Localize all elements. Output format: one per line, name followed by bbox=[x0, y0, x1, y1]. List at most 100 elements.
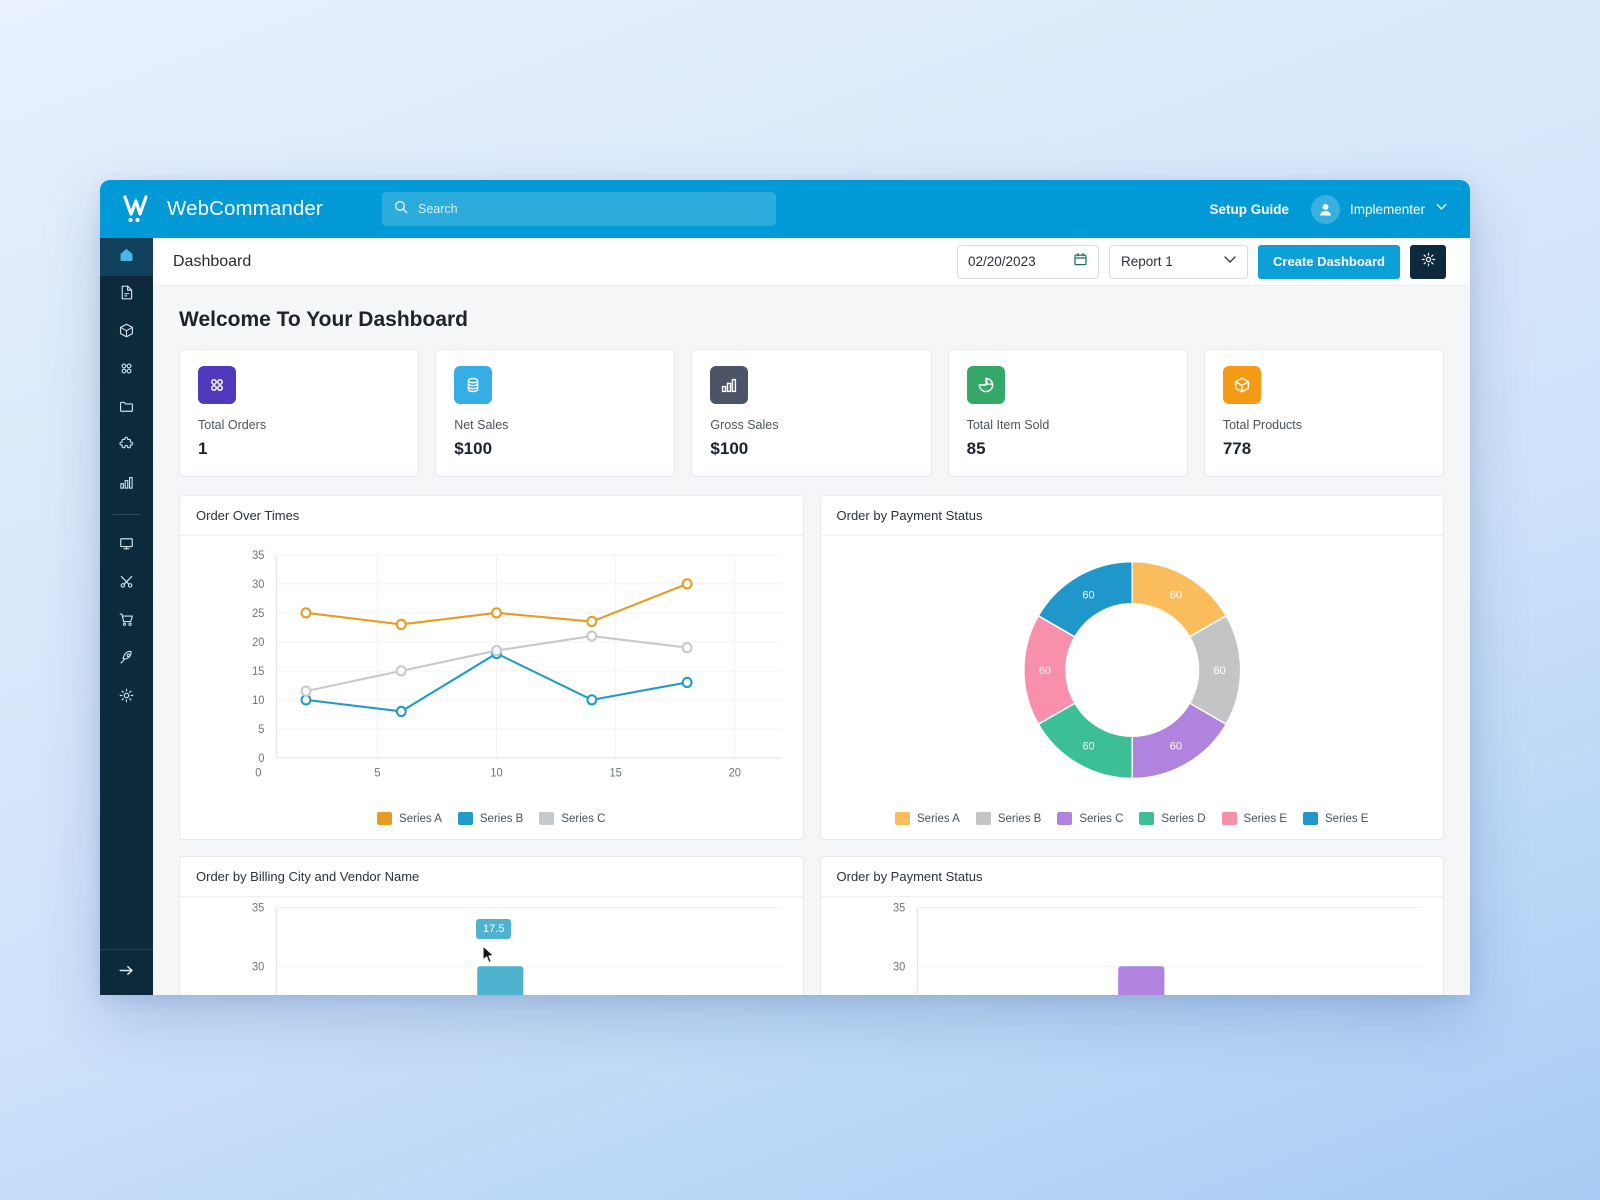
legend-item[interactable]: Series B bbox=[457, 812, 524, 825]
legend-item[interactable]: Series E bbox=[1303, 812, 1368, 825]
svg-text:0: 0 bbox=[255, 768, 261, 780]
legend-item[interactable]: Series A bbox=[377, 812, 442, 825]
avatar bbox=[1310, 194, 1340, 224]
sidebar-item-files[interactable] bbox=[100, 390, 153, 428]
dashboard-settings-button[interactable] bbox=[1410, 244, 1446, 279]
legend-swatch bbox=[1303, 812, 1318, 825]
top-navigation-bar: WebCommander Search Setup Guide Implemen… bbox=[100, 180, 1470, 238]
svg-text:15: 15 bbox=[610, 768, 622, 780]
sidebar-item-orders[interactable] bbox=[100, 603, 153, 641]
legend-item[interactable]: Series C bbox=[1057, 812, 1123, 825]
calendar-icon[interactable] bbox=[1073, 252, 1088, 272]
chart-icon bbox=[118, 474, 135, 496]
svg-text:20: 20 bbox=[252, 637, 264, 649]
svg-text:35: 35 bbox=[252, 550, 264, 562]
webcommander-logo-icon bbox=[122, 193, 158, 225]
panel-title: Order Over Times bbox=[196, 508, 300, 523]
svg-text:15: 15 bbox=[252, 666, 264, 678]
sidebar-collapse-button[interactable] bbox=[100, 949, 153, 995]
svg-text:30: 30 bbox=[252, 961, 264, 973]
legend-label: Series E bbox=[1325, 812, 1369, 825]
legend-swatch bbox=[1057, 812, 1073, 825]
panel-order-by-billing-city: Order by Billing City and Vendor Name 30… bbox=[179, 856, 804, 995]
sidebar-item-marketing[interactable] bbox=[100, 641, 153, 679]
donut-chart-legend: Series A Series B Series C Series D Series E… bbox=[821, 806, 1444, 839]
bar-chart-body-right[interactable]: 30 35 bbox=[821, 897, 1444, 995]
legend-label: Series B bbox=[997, 812, 1042, 825]
legend-item[interactable]: Series A bbox=[895, 812, 960, 825]
legend-label: Series D bbox=[1161, 812, 1206, 825]
sidebar-navigation bbox=[100, 238, 153, 995]
brand-name: WebCommander bbox=[167, 197, 323, 220]
kpi-card-total-item-sold: Total Item Sold 85 bbox=[947, 349, 1188, 477]
application-window: WebCommander Search Setup Guide Implemen… bbox=[100, 180, 1470, 995]
pie-chart-icon bbox=[966, 366, 1005, 404]
svg-text:20: 20 bbox=[729, 768, 741, 780]
svg-text:60: 60 bbox=[1169, 589, 1181, 601]
svg-text:10: 10 bbox=[490, 768, 502, 780]
panel-title: Order by Billing City and Vendor Name bbox=[196, 869, 420, 884]
box-icon bbox=[118, 322, 135, 344]
kpi-label: Gross Sales bbox=[710, 418, 779, 432]
legend-swatch bbox=[539, 812, 555, 825]
sidebar-item-reports[interactable] bbox=[100, 466, 153, 504]
kpi-card-row: Total Orders 1 Net Sales $100 Gross Sale… bbox=[179, 349, 1445, 477]
report-select[interactable]: Report 1 bbox=[1109, 244, 1249, 279]
legend-swatch bbox=[457, 812, 473, 825]
svg-text:60: 60 bbox=[1213, 665, 1225, 677]
legend-label: Series B bbox=[479, 812, 524, 825]
search-input[interactable]: Search bbox=[382, 192, 776, 226]
sidebar-item-apps[interactable] bbox=[100, 352, 153, 390]
sidebar-item-tools[interactable] bbox=[100, 565, 153, 603]
report-value: Report 1 bbox=[1121, 254, 1173, 269]
cart-icon bbox=[118, 611, 135, 633]
line-chart-body[interactable]: 0 5 10 15 20 25 30 35 0 5 10 15 20 bbox=[180, 536, 803, 806]
page-header: Dashboard 02/20/2023 Report 1 Create Das… bbox=[153, 238, 1470, 286]
chart-tooltip: 17.5 bbox=[476, 919, 512, 939]
line-chart-legend: Series A Series B Series C bbox=[180, 806, 803, 839]
legend-swatch bbox=[895, 812, 911, 825]
donut-chart[interactable]: 60 60 60 60 60 60 bbox=[821, 536, 1444, 806]
user-name: Implementer bbox=[1349, 201, 1425, 217]
legend-label: Series C bbox=[561, 812, 606, 825]
sidebar-item-storefront[interactable] bbox=[100, 527, 153, 565]
create-dashboard-button[interactable]: Create Dashboard bbox=[1258, 244, 1400, 279]
kpi-card-total-orders: Total Orders 1 bbox=[179, 349, 420, 477]
svg-text:10: 10 bbox=[252, 695, 264, 707]
legend-item[interactable]: Series C bbox=[539, 812, 605, 825]
kpi-value: 85 bbox=[966, 439, 986, 458]
mouse-cursor bbox=[482, 945, 496, 969]
monitor-icon bbox=[118, 535, 135, 557]
sidebar-item-products[interactable] bbox=[100, 314, 153, 352]
line-chart[interactable]: 0 5 10 15 20 25 30 35 0 5 10 15 20 bbox=[180, 536, 803, 806]
legend-swatch bbox=[1139, 812, 1155, 825]
brand-logo-group[interactable]: WebCommander bbox=[122, 193, 360, 225]
legend-item[interactable]: Series D bbox=[1139, 812, 1206, 825]
dashboard-scroll-area[interactable]: Welcome To Your Dashboard Total Orders 1… bbox=[153, 286, 1470, 995]
topbar-right-group: Setup Guide Implementer bbox=[1209, 194, 1448, 224]
date-picker[interactable]: 02/20/2023 bbox=[957, 244, 1100, 279]
kpi-value: 778 bbox=[1222, 439, 1252, 458]
kpi-label: Net Sales bbox=[454, 418, 509, 432]
sidebar-item-extensions[interactable] bbox=[100, 428, 153, 466]
chart-row-one: Order Over Times 0 5 10 15 20 25 30 35 0 5 10 15 20 … bbox=[179, 495, 1444, 840]
bar-chart-body-left[interactable]: 30 35 17.5 bbox=[180, 897, 803, 995]
setup-guide-link[interactable]: Setup Guide bbox=[1209, 202, 1289, 217]
legend-swatch bbox=[1221, 812, 1237, 825]
kpi-value: $100 bbox=[454, 439, 493, 458]
sidebar-item-documents[interactable] bbox=[100, 276, 153, 314]
bar-chart[interactable]: 30 35 bbox=[821, 897, 1444, 995]
sidebar-item-home[interactable] bbox=[100, 238, 153, 276]
user-menu[interactable]: Implementer bbox=[1310, 194, 1448, 224]
sidebar-item-settings[interactable] bbox=[100, 679, 153, 717]
search-placeholder: Search bbox=[418, 202, 458, 216]
donut-chart-body[interactable]: 60 60 60 60 60 60 bbox=[821, 536, 1444, 806]
header-tools: 02/20/2023 Report 1 Create Dashboard bbox=[957, 244, 1446, 279]
legend-item[interactable]: Series E bbox=[1221, 812, 1287, 825]
panel-header: Order by Payment Status bbox=[820, 857, 1443, 897]
search-icon bbox=[394, 200, 408, 219]
svg-text:25: 25 bbox=[252, 608, 264, 620]
svg-text:30: 30 bbox=[893, 961, 905, 973]
legend-item[interactable]: Series B bbox=[975, 812, 1042, 825]
welcome-heading: Welcome To Your Dashboard bbox=[179, 308, 468, 331]
